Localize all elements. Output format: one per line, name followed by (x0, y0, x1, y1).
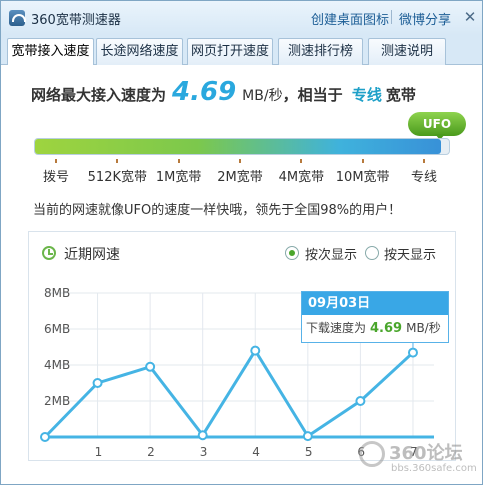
speed-suffix: 宽带 (385, 86, 416, 104)
scale-tick-mark (177, 159, 180, 163)
speed-prefix: 网络最大接入速度为 (31, 86, 167, 104)
scale-tick-mark (300, 159, 303, 163)
forum-watermark: 360论坛 bbs.360safe.com (359, 439, 477, 479)
x-tick-label: 5 (305, 445, 313, 459)
scale-tick-label: 1M宽带 (155, 170, 202, 185)
tab-access-speed[interactable]: 宽带接入速度 (7, 38, 94, 66)
x-tick-label: 4 (252, 445, 260, 459)
y-tick-label: 2MB (44, 394, 70, 408)
scale-tick-label: 2M宽带 (217, 170, 263, 185)
app-logo-icon (9, 10, 26, 26)
access-speed-panel: 网络最大接入速度为 4.69 MB/秒，相当于 专线 宽带 UFO 拨号 512K宽带 1… (1, 65, 482, 484)
x-tick-label: 3 (200, 445, 208, 459)
tab-bar: 宽带接入速度 长途网络速度 网页打开速度 测速排行榜 测速说明 (1, 35, 482, 66)
watermark-logo-icon (359, 441, 385, 467)
speedtest-window: 360宽带测速器 创建桌面图标 微博分享 ✕ 宽带接入速度 长途网络速度 网页打… (0, 0, 483, 485)
equivalent-prefix: ，相当于 (282, 86, 343, 104)
create-desktop-icon-link[interactable]: 创建桌面图标 (311, 9, 389, 28)
speed-tooltip: 09月03日 下载速度为 4.69 MB/秒 (301, 291, 449, 343)
weibo-share-link[interactable]: 微博分享 (399, 9, 451, 28)
y-tick-label: 8MB (44, 286, 70, 300)
x-tick-label: 1 (95, 445, 103, 459)
app-title: 360宽带测速器 (31, 13, 121, 28)
scale-tick-label: 512K宽带 (87, 170, 147, 185)
ufo-badge: UFO (408, 112, 466, 140)
speed-data-point (407, 347, 418, 358)
speed-value: 4.69 (172, 77, 237, 107)
tab-speed-ranking[interactable]: 测速排行榜 (278, 38, 363, 65)
scale-tick-label: 10M宽带 (335, 170, 390, 185)
watermark-sub: bbs.360safe.com (391, 463, 477, 474)
scale-tick-label: 拨号 (42, 170, 70, 185)
scale-tick-mark (116, 159, 119, 163)
close-icon[interactable]: ✕ (462, 9, 478, 25)
tab-webpage-speed[interactable]: 网页打开速度 (187, 38, 273, 65)
speed-data-point (302, 431, 313, 442)
scale-tick-label: 专线 (410, 170, 438, 185)
tooltip-date: 09月03日 (302, 292, 448, 315)
bandwidth-bar (34, 138, 450, 155)
speed-data-point (250, 345, 261, 356)
scale-tick-label: 4M宽带 (278, 170, 325, 185)
tooltip-body: 下载速度为 4.69 MB/秒 (302, 315, 448, 342)
title-separator (391, 10, 392, 24)
speed-data-point (355, 396, 366, 406)
comparison-text: 当前的网速就像UFO的速度一样快哦，领先于全国98%的用户！ (33, 203, 402, 218)
scale-tick-mark (55, 159, 57, 163)
speed-data-point (40, 432, 50, 442)
speed-data-point (197, 430, 208, 441)
x-tick-label: 2 (147, 445, 155, 459)
watermark-main: 360论坛 (389, 443, 463, 464)
bandwidth-bar-fill (35, 139, 441, 154)
tooltip-label: 下载速度为 (306, 321, 367, 335)
speed-summary: 网络最大接入速度为 4.69 MB/秒，相当于 专线 宽带 (31, 77, 416, 107)
speed-line-chart: 2MB4MB6MB8MB1 2 3 4 5 6 7 (40, 286, 434, 459)
y-tick-label: 4MB (44, 358, 70, 372)
tooltip-unit: MB/秒 (406, 321, 441, 335)
speed-data-point (92, 378, 103, 388)
tab-long-distance-speed[interactable]: 长途网络速度 (96, 38, 183, 65)
speed-data-point (145, 361, 156, 372)
tab-speed-help[interactable]: 测速说明 (368, 38, 446, 65)
bandwidth-tier: 专线 (351, 86, 382, 104)
speed-unit: MB/秒 (242, 88, 283, 104)
scale-tick-mark (239, 159, 241, 163)
title-bar: 360宽带测速器 创建桌面图标 微博分享 ✕ (1, 1, 482, 35)
speed-series-line (43, 349, 414, 439)
tooltip-value: 4.69 (370, 321, 403, 336)
scale-tick-mark (361, 159, 364, 163)
recent-speed-chart-panel: 近期网速 按次显示 按天显示 2MB 4MB 6MB 8MB 1 2 3 4 5 6 7 09月03… (28, 231, 456, 461)
y-tick-label: 6MB (44, 322, 70, 336)
scale-tick-mark (423, 159, 425, 163)
